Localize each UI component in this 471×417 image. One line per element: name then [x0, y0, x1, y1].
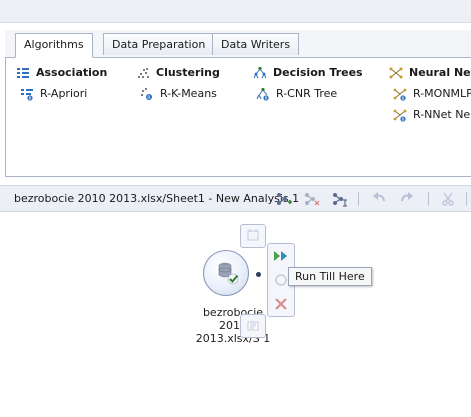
clustering-algorithm-icon: R	[141, 88, 152, 101]
cut-icon[interactable]	[440, 190, 458, 208]
algorithm-r-apriori[interactable]: R-Apriori	[40, 87, 87, 100]
node-bottom-action-button[interactable]	[240, 314, 266, 338]
decision-tree-icon	[253, 66, 267, 79]
category-association[interactable]: Association	[36, 66, 107, 79]
run-till-here-tooltip: Run Till Here	[288, 267, 372, 286]
top-strip	[0, 0, 471, 23]
tab-data-writers[interactable]: Data Writers	[212, 33, 300, 55]
svg-text:R: R	[29, 96, 32, 101]
redo-icon[interactable]	[398, 190, 416, 208]
svg-text:R: R	[265, 96, 268, 101]
toolbar-separator	[358, 192, 359, 206]
data-source-node[interactable]	[203, 250, 249, 296]
analysis-breadcrumb: bezrobocie 2010 2013.xlsx/Sheet1 - New A…	[14, 192, 300, 205]
clustering-icon	[138, 68, 149, 78]
run-till-here-icon[interactable]	[271, 247, 291, 265]
neural-network-algorithm-icon: R	[393, 88, 407, 101]
database-icon	[218, 262, 239, 285]
node-top-action-button[interactable]	[240, 224, 266, 248]
node-output-port[interactable]	[256, 272, 261, 277]
category-clustering[interactable]: Clustering	[156, 66, 220, 79]
node-output-action-icon	[247, 321, 259, 331]
disabled-node-action-icon	[247, 229, 259, 241]
tab-label: Data Preparation	[112, 38, 206, 51]
analysis-toolbar: bezrobocie 2010 2013.xlsx/Sheet1 - New A…	[0, 185, 471, 212]
tab-label: Algorithms	[24, 38, 84, 51]
tab-algorithms[interactable]: Algorithms	[15, 33, 93, 58]
svg-text:R: R	[402, 96, 405, 101]
algorithm-r-monmlp[interactable]: R-MONMLP	[413, 87, 471, 100]
add-node-icon[interactable]	[275, 190, 293, 208]
association-icon	[17, 68, 29, 78]
insert-node-icon[interactable]	[331, 190, 349, 208]
association-algorithm-icon: R	[21, 89, 33, 101]
remove-node-icon[interactable]	[303, 190, 321, 208]
toolbar-separator	[428, 192, 429, 206]
algorithm-r-nnet[interactable]: R-NNet Neu	[413, 108, 471, 121]
algorithm-r-cnr-tree[interactable]: R-CNR Tree	[276, 87, 337, 100]
tab-label: Data Writers	[221, 38, 291, 51]
decision-tree-algorithm-icon: R	[256, 87, 269, 101]
algorithm-r-k-means[interactable]: R-K-Means	[160, 87, 217, 100]
neural-network-icon	[389, 67, 403, 79]
category-neural-networks[interactable]: Neural Net	[409, 66, 471, 79]
category-decision-trees[interactable]: Decision Trees	[273, 66, 363, 79]
toolbar-separator	[466, 192, 467, 206]
svg-text:R: R	[147, 95, 150, 101]
palette-tab-bar: Algorithms Data Preparation Data Writers	[5, 30, 471, 58]
undo-icon[interactable]	[370, 190, 388, 208]
neural-network-algorithm-icon: R	[393, 109, 407, 122]
svg-text:R: R	[402, 117, 405, 122]
tab-data-preparation[interactable]: Data Preparation	[103, 33, 215, 55]
